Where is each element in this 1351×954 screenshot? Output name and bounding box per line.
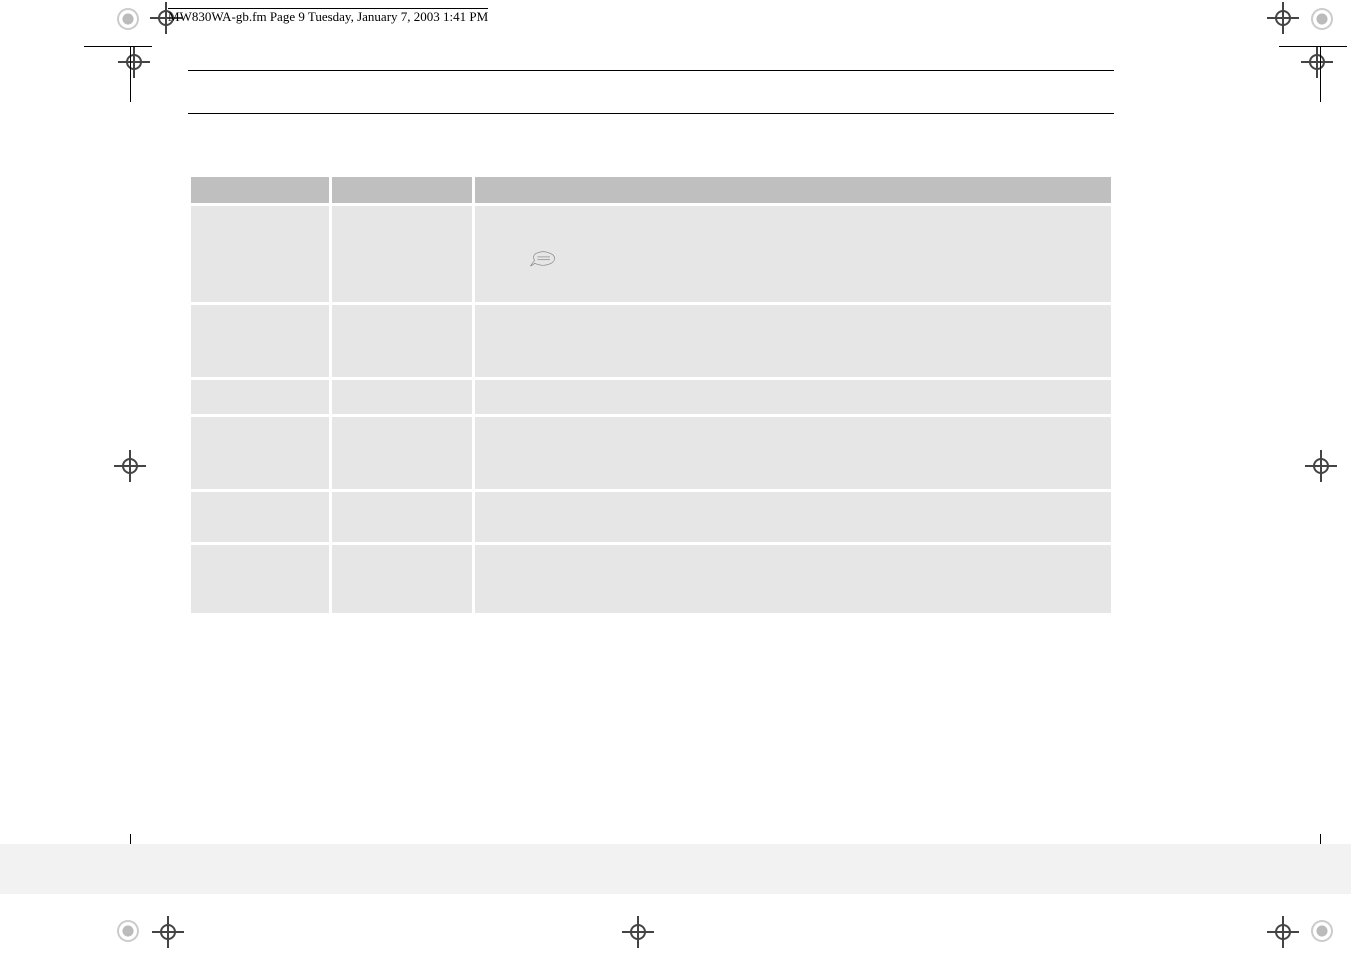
table-cell (332, 206, 472, 302)
registration-mark (628, 922, 648, 942)
registration-mark (1311, 456, 1331, 476)
registration-mark (1273, 8, 1293, 28)
page-body (188, 70, 1114, 616)
crop-circle-tl (117, 8, 139, 30)
registration-mark (158, 922, 178, 942)
crop-circle-bl (117, 920, 139, 942)
table-cell (475, 417, 1111, 489)
registration-mark (124, 52, 144, 72)
header-rule-1 (188, 70, 1114, 71)
table-cell (191, 206, 329, 302)
table-row (191, 545, 1111, 613)
table-cell (191, 380, 329, 414)
table-header-cell (191, 177, 329, 203)
table-cell (191, 305, 329, 377)
table-row (191, 492, 1111, 542)
table-cell (475, 545, 1111, 613)
table-cell (475, 380, 1111, 414)
crop-circle-tr (1311, 8, 1333, 30)
table-cell (332, 545, 472, 613)
table-header-row (191, 177, 1111, 203)
table-cell (191, 417, 329, 489)
file-header: MW830WA-gb.fm Page 9 Tuesday, January 7,… (168, 8, 488, 25)
table-cell (191, 545, 329, 613)
table-header-cell (332, 177, 472, 203)
table-row (191, 417, 1111, 489)
content-table (188, 174, 1114, 616)
crop-rule (1279, 46, 1347, 47)
crop-circle-br (1311, 920, 1333, 942)
registration-mark (120, 456, 140, 476)
table-row (191, 206, 1111, 302)
table-header-cell (475, 177, 1111, 203)
note-icon (529, 250, 557, 268)
registration-mark (1307, 52, 1327, 72)
table-cell (332, 417, 472, 489)
file-header-text: MW830WA-gb.fm Page 9 Tuesday, January 7,… (168, 8, 488, 25)
footer-band (0, 844, 1351, 894)
crop-rule (130, 46, 131, 102)
crop-rule (84, 46, 152, 47)
table-cell (332, 380, 472, 414)
table-row (191, 305, 1111, 377)
table-cell (332, 305, 472, 377)
table (188, 174, 1114, 616)
table-cell (475, 206, 1111, 302)
header-rule-2 (188, 113, 1114, 114)
registration-mark (1273, 922, 1293, 942)
table-row (191, 380, 1111, 414)
crop-rule (1320, 46, 1321, 102)
table-cell (475, 492, 1111, 542)
table-cell (191, 492, 329, 542)
table-cell (475, 305, 1111, 377)
table-cell (332, 492, 472, 542)
